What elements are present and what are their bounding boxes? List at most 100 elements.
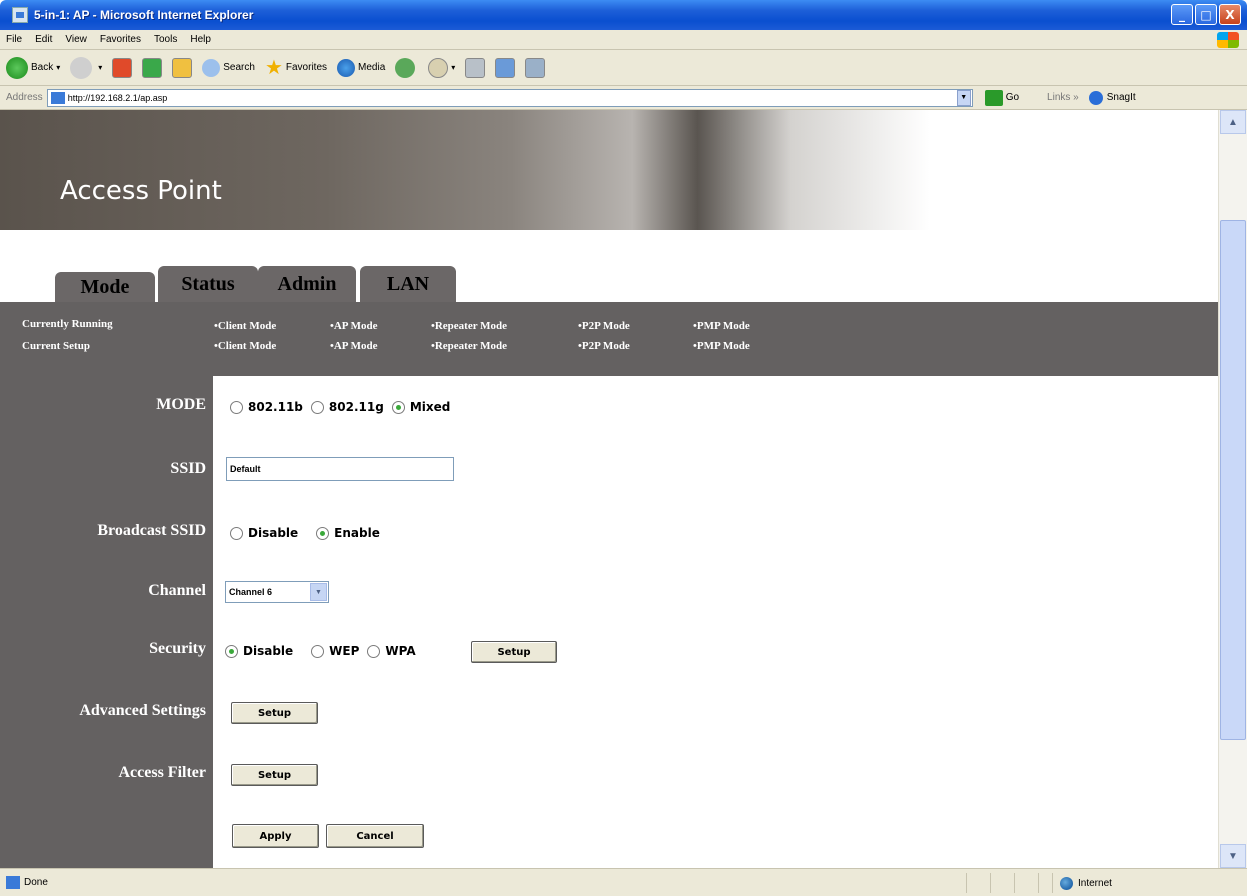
security-label: Security [149, 640, 206, 657]
advanced-setup-button[interactable]: Setup [231, 702, 318, 724]
address-dropdown-icon[interactable]: ▼ [956, 89, 971, 106]
broadcast-disable-label: Disable [248, 526, 299, 540]
printer-icon [465, 57, 486, 78]
running-client-mode[interactable]: •Client Mode [214, 320, 276, 332]
zone-label: Internet [1078, 877, 1112, 889]
history-icon [395, 57, 416, 78]
broadcast-disable-radio[interactable] [230, 526, 243, 540]
snagit-icon [1088, 90, 1103, 105]
forward-button[interactable]: ▾ [70, 56, 102, 79]
maximize-button[interactable]: □ [1195, 4, 1217, 25]
mode-radio-group: 802.11b 802.11g Mixed [230, 400, 458, 414]
search-button[interactable]: Search [202, 58, 255, 77]
menu-edit[interactable]: Edit [35, 34, 52, 45]
scroll-down-icon[interactable]: ▼ [1220, 844, 1246, 868]
links-label: Links [1047, 92, 1071, 103]
advanced-settings-label: Advanced Settings [79, 702, 206, 719]
snagit-label: SnagIt [1106, 92, 1136, 103]
mode-802-11g-radio[interactable] [310, 400, 324, 414]
running-repeater-mode[interactable]: •Repeater Mode [431, 320, 507, 332]
broadcast-ssid-label: Broadcast SSID [97, 522, 206, 539]
media-button[interactable]: Media [337, 58, 386, 77]
favorites-button[interactable]: ★ Favorites [265, 55, 327, 80]
security-zone: Internet [1060, 869, 1112, 896]
security-wpa-radio[interactable] [367, 644, 381, 658]
broadcast-enable-radio[interactable] [316, 526, 330, 540]
tab-admin[interactable]: Admin [258, 266, 356, 302]
ie-page-icon [6, 876, 20, 889]
running-p2p-mode[interactable]: •P2P Mode [578, 320, 630, 332]
home-button[interactable] [172, 57, 193, 78]
minimize-button[interactable]: _ [1171, 4, 1193, 25]
snagit-button[interactable]: SnagIt [1088, 90, 1136, 105]
setup-client-mode[interactable]: •Client Mode [214, 340, 276, 352]
mode-802-11b-label: 802.11b [248, 400, 303, 414]
mode-mixed-radio[interactable] [391, 400, 405, 414]
menu-tools[interactable]: Tools [154, 34, 177, 45]
scrollbar-thumb[interactable] [1220, 220, 1246, 740]
mode-subnav: Currently Running Current Setup •Client … [0, 302, 1218, 376]
forward-arrow-icon [70, 56, 93, 79]
setup-repeater-mode[interactable]: •Repeater Mode [431, 340, 507, 352]
running-pmp-mode[interactable]: •PMP Mode [693, 320, 750, 332]
channel-label: Channel [148, 582, 206, 599]
history-button[interactable] [395, 57, 418, 78]
channel-select[interactable]: Channel 6 ▼ [225, 581, 329, 603]
menu-help[interactable]: Help [190, 34, 211, 45]
address-input[interactable]: http://192.168.2.1/ap.asp [46, 88, 973, 107]
current-setup-label: Current Setup [22, 340, 90, 352]
edit-icon [495, 57, 516, 78]
scroll-up-icon[interactable]: ▲ [1220, 110, 1246, 134]
back-button[interactable]: Back ▾ [6, 56, 60, 79]
page-viewport: Access Point Mode Status Admin LAN Curre… [0, 110, 1218, 868]
stop-button[interactable] [112, 57, 133, 78]
go-arrow-icon [984, 89, 1003, 106]
ssid-input[interactable]: Default [226, 457, 454, 481]
search-icon [202, 58, 221, 77]
security-setup-button[interactable]: Setup [471, 641, 557, 663]
tab-lan[interactable]: LAN [360, 266, 456, 302]
menu-favorites[interactable]: Favorites [100, 34, 141, 45]
setup-pmp-mode[interactable]: •PMP Mode [693, 340, 750, 352]
security-wep-radio[interactable] [311, 644, 325, 658]
home-icon [172, 57, 193, 78]
go-button[interactable]: Go [984, 89, 1020, 106]
media-label: Media [358, 62, 386, 73]
menu-file[interactable]: File [6, 34, 22, 45]
vertical-scrollbar[interactable]: ▲ ▼ [1218, 110, 1247, 868]
window-title: 5-in-1: AP - Microsoft Internet Explorer [34, 8, 254, 22]
security-wep-label: WEP [329, 644, 360, 658]
print-button[interactable] [465, 57, 486, 78]
favorites-label: Favorites [285, 62, 328, 73]
cancel-button[interactable]: Cancel [326, 824, 424, 848]
security-disable-radio[interactable] [225, 644, 238, 658]
browser-toolbar: Back ▾ ▾ Search ★ Favorites Media ▾ [0, 50, 1247, 86]
setup-ap-mode[interactable]: •AP Mode [330, 340, 378, 352]
star-icon: ★ [264, 57, 283, 79]
mode-mixed-label: Mixed [409, 400, 451, 414]
ie-page-icon [50, 91, 65, 104]
mode-label: MODE [156, 396, 206, 413]
access-filter-setup-button[interactable]: Setup [231, 764, 318, 786]
mail-button[interactable]: ▾ [428, 57, 455, 78]
refresh-button[interactable] [142, 57, 163, 78]
links-toolbar[interactable]: Links » [1047, 92, 1079, 103]
mode-802-11g-label: 802.11g [328, 400, 384, 414]
tab-mode[interactable]: Mode [55, 272, 155, 302]
close-button[interactable]: X [1219, 4, 1241, 25]
broadcast-radio-group: Disable Enable [230, 526, 388, 540]
apply-button[interactable]: Apply [232, 824, 319, 848]
search-label: Search [223, 62, 255, 73]
edit-button[interactable] [495, 57, 516, 78]
mode-802-11b-radio[interactable] [230, 400, 243, 414]
go-label: Go [1005, 92, 1020, 103]
setup-p2p-mode[interactable]: •P2P Mode [578, 340, 630, 352]
status-bar: Done Internet [0, 868, 1247, 896]
address-bar: Address http://192.168.2.1/ap.asp ▼ Go L… [0, 86, 1247, 110]
messenger-button[interactable] [525, 57, 546, 78]
broadcast-enable-label: Enable [334, 526, 380, 540]
ssid-label: SSID [170, 460, 206, 477]
running-ap-mode[interactable]: •AP Mode [330, 320, 378, 332]
menu-view[interactable]: View [65, 34, 87, 45]
tab-status[interactable]: Status [158, 266, 258, 302]
